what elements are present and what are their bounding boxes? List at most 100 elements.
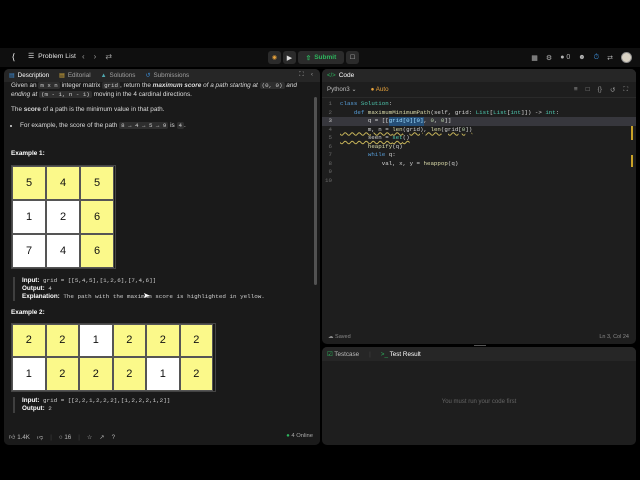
braces-icon[interactable]: {} — [598, 86, 602, 94]
grid-cell: 7 — [12, 233, 46, 268]
shuffle-icon[interactable]: ⇄ — [105, 52, 112, 61]
explanation-value: The path with the maximum score is highl… — [63, 292, 265, 300]
panel-resize-handle[interactable] — [474, 345, 486, 346]
grid-cell: 1 — [12, 357, 46, 391]
comments-button[interactable]: ○ 16 — [59, 434, 71, 441]
run-button[interactable]: ▶ — [283, 51, 296, 64]
problem-content: Given an m x n integer matrix grid, retu… — [11, 82, 311, 413]
format-icon[interactable]: ≡ — [574, 86, 578, 94]
tab-testcase[interactable]: ☑ Testcase — [327, 351, 359, 358]
footer-divider: | — [78, 433, 80, 441]
problem-list-link[interactable]: ☰ Problem List — [28, 52, 76, 61]
example-2-output: Output: 2 — [22, 405, 311, 413]
bullet-text: is — [170, 121, 175, 129]
code-token: (q) — [392, 142, 403, 150]
timer-icon[interactable]: ⏱ — [594, 54, 599, 62]
maximize-icon[interactable]: ⛶ — [299, 71, 304, 79]
example-1-input: Input: grid = [[5,4,5],[1,2,6],[7,4,6]] — [22, 277, 311, 285]
grid-cell: 4 — [46, 165, 80, 200]
grid-cell: 5 — [80, 165, 114, 200]
add-user-icon[interactable]: ☻ — [578, 54, 585, 61]
star-icon[interactable]: ☆ — [87, 434, 93, 441]
next-problem-icon[interactable]: › — [94, 52, 97, 61]
bookmark-icon[interactable]: □ — [586, 86, 590, 94]
line-number: 10 — [325, 176, 332, 184]
prev-problem-icon[interactable]: ‹ — [82, 52, 85, 61]
code-token: , — [423, 117, 431, 124]
line-number: 7 — [328, 151, 332, 158]
leetcode-logo-icon[interactable]: ⟨ — [8, 52, 19, 63]
code-token: len — [392, 125, 403, 133]
tab-solutions[interactable]: ▲ Solutions — [101, 72, 136, 79]
score-text: of a path is the minimum value in that p… — [42, 106, 165, 114]
language-select[interactable]: Python3 ⌄ — [327, 86, 357, 93]
code-token: def — [353, 108, 365, 116]
like-button[interactable]: 👍︎ 1.4K — [9, 433, 30, 441]
submit-label: Submit — [314, 54, 337, 61]
line-number: 2 — [328, 108, 332, 116]
avatar[interactable] — [621, 52, 632, 63]
code-token: ]]) -> — [520, 108, 546, 116]
code-token: , — [433, 117, 441, 124]
intro-emphasis: maximum score — [152, 82, 202, 89]
example-1-block: Input: grid = [[5,4,5],[1,2,6],[7,4,6]] … — [13, 276, 311, 301]
grid-cell: 5 — [12, 165, 46, 200]
coin-icon[interactable]: ● 0 — [560, 54, 570, 61]
description-footer: 👍︎ 1.4K 👎︎ | ○ 16 | ☆ ↗ ? ● 4 Online — [4, 429, 320, 445]
code-line: 7 while q: — [322, 151, 636, 160]
score-bold: score — [23, 106, 41, 114]
grid-cell: 2 — [146, 323, 180, 358]
fullscreen-icon[interactable]: ⛶ — [623, 86, 628, 94]
notes-button[interactable]: □ — [346, 51, 359, 64]
testcase-label: Testcase — [334, 350, 360, 358]
input-value: grid = [[5,4,5],[1,2,6],[7,4,6]] — [43, 276, 157, 284]
description-scrollbar[interactable] — [314, 97, 317, 285]
line-number: 9 — [328, 168, 332, 175]
input-value: grid = [[2,2,1,2,2,2],[1,2,2,2,1,2]] — [43, 396, 171, 404]
footer-divider: | — [50, 433, 52, 441]
top-nav: ⟨ ☰ Problem List ‹ › ⇄ ◉ ▶ ⇧ Submit □ ▦ … — [0, 48, 640, 67]
code-line: 8 val, x, y = heappop (q) — [322, 160, 636, 169]
submit-button[interactable]: ⇧ Submit — [298, 51, 344, 64]
grid-cell: 1 — [79, 323, 113, 358]
line-number: 1 — [328, 100, 332, 107]
tab-description[interactable]: ▤ Description — [9, 72, 49, 79]
code-editor[interactable]: 1 class Solution: 2 def maximumMinimumPat… — [322, 100, 636, 185]
tab-submissions[interactable]: ↺ Submissions — [145, 72, 189, 79]
mouse-cursor-icon: ➤ — [143, 291, 150, 300]
online-label: 4 Online — [291, 433, 313, 439]
example-1-explanation: Explanation: The path with the maximum s… — [22, 293, 311, 301]
problem-list-label: Problem List — [38, 52, 76, 60]
tab-editorial[interactable]: ▤ Editorial — [59, 72, 90, 79]
focus-icon[interactable]: ⇄ — [607, 54, 613, 62]
code-line: 9 — [322, 168, 636, 177]
language-label: Python3 — [327, 86, 350, 93]
history-icon: ↺ — [145, 73, 151, 79]
help-icon[interactable]: ? — [112, 434, 115, 441]
tab-test-result[interactable]: >_ Test Result — [381, 351, 421, 358]
warning-marker — [631, 155, 633, 167]
input-label: Input: — [22, 276, 40, 284]
output-label: Output: — [22, 404, 45, 412]
collapse-icon[interactable]: ‹ — [311, 71, 313, 79]
reset-icon[interactable]: ↺ — [610, 86, 615, 94]
grid-cell: 2 — [46, 199, 80, 234]
settings-icon[interactable]: ⚙ — [546, 54, 552, 62]
saved-status: Saved — [335, 333, 351, 340]
inline-code: grid — [102, 82, 120, 89]
online-dot-icon: ● — [286, 433, 290, 439]
layout-icon[interactable]: ▦ — [531, 54, 538, 62]
dislike-icon[interactable]: 👎︎ — [37, 433, 43, 441]
code-token: : — [555, 108, 560, 116]
code-token: val, x, y = — [340, 159, 424, 167]
output-label: Output: — [22, 284, 45, 292]
debug-button[interactable]: ◉ — [268, 51, 281, 64]
share-icon[interactable]: ↗ — [99, 434, 104, 441]
auto-mode[interactable]: ● Auto — [371, 86, 389, 93]
terminal-icon: >_ — [380, 350, 388, 358]
code-token: m, n = — [340, 125, 393, 133]
document-icon: ▤ — [9, 73, 15, 79]
intro-text: , return the — [119, 82, 151, 89]
